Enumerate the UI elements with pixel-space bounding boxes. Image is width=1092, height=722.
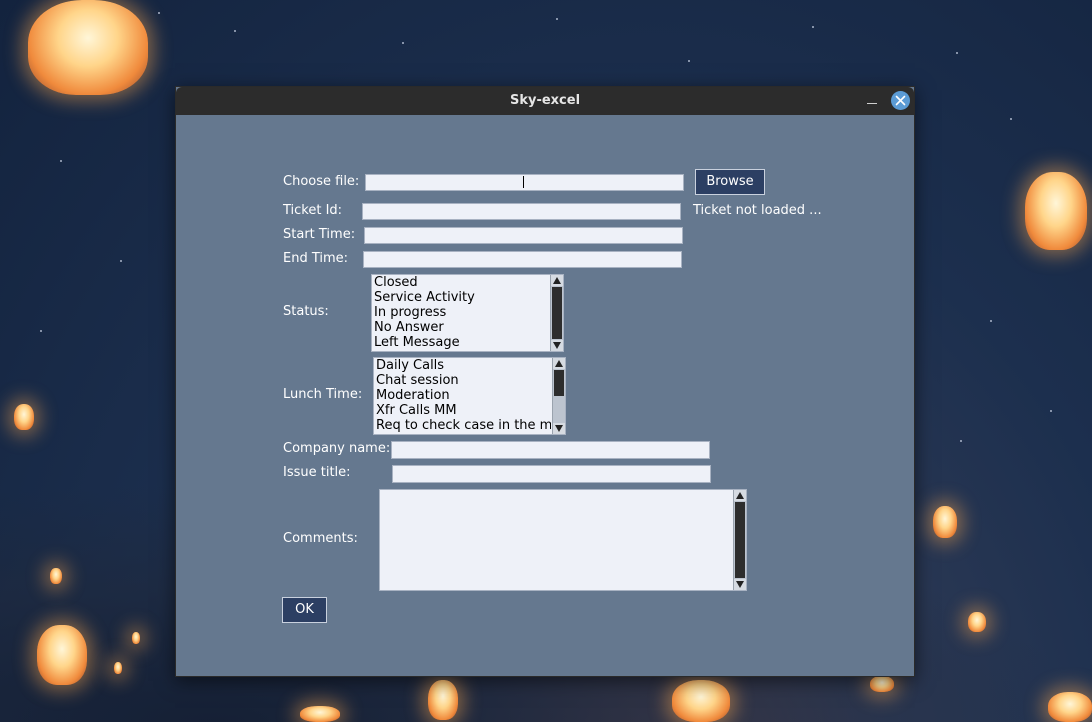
ticket-id-label: Ticket Id: bbox=[283, 203, 343, 218]
file-path-field[interactable] bbox=[365, 174, 684, 191]
choose-file-label: Choose file: bbox=[283, 174, 360, 189]
browse-button[interactable]: Browse bbox=[695, 169, 765, 195]
scroll-up-button[interactable] bbox=[551, 275, 563, 286]
wallpaper-lantern bbox=[37, 625, 87, 685]
arrow-down-icon bbox=[736, 581, 744, 588]
wallpaper-star bbox=[960, 440, 962, 442]
arrow-down-icon bbox=[553, 342, 561, 349]
arrow-down-icon bbox=[555, 425, 563, 432]
scroll-thumb[interactable] bbox=[552, 287, 562, 339]
wallpaper-lantern bbox=[28, 0, 148, 95]
close-button[interactable] bbox=[891, 91, 910, 110]
wallpaper-star bbox=[688, 60, 690, 62]
lunch-option-moderation[interactable]: Moderation bbox=[375, 388, 551, 403]
wallpaper-star bbox=[402, 42, 404, 44]
wallpaper-star bbox=[556, 18, 558, 20]
form-area: Choose file: Browse Ticket Id: Ticket no… bbox=[176, 115, 914, 676]
scroll-thumb[interactable] bbox=[735, 502, 745, 578]
arrow-up-icon bbox=[555, 360, 563, 367]
wallpaper-star bbox=[120, 260, 122, 262]
wallpaper-lantern bbox=[300, 706, 340, 722]
wallpaper-star bbox=[60, 160, 62, 162]
status-options: Closed Service Activity In progress No A… bbox=[373, 275, 549, 350]
lunch-option-xfr-calls[interactable]: Xfr Calls MM bbox=[375, 403, 551, 418]
close-icon bbox=[895, 95, 906, 106]
lunch-option-req-check-case[interactable]: Req to check case in the mor bbox=[375, 418, 551, 433]
wallpaper-lantern bbox=[968, 612, 986, 632]
wallpaper-lantern bbox=[870, 676, 894, 692]
ok-button[interactable]: OK bbox=[282, 597, 327, 623]
window-title: Sky-excel bbox=[509, 93, 581, 108]
lunch-option-daily-calls[interactable]: Daily Calls bbox=[375, 358, 551, 373]
app-window: Sky-excel Choose file: Browse Ticket Id:… bbox=[175, 86, 915, 677]
arrow-up-icon bbox=[553, 277, 561, 284]
scroll-up-button[interactable] bbox=[553, 358, 565, 369]
scroll-up-button[interactable] bbox=[734, 490, 746, 501]
wallpaper-star bbox=[234, 30, 236, 32]
status-scrollbar[interactable] bbox=[550, 275, 563, 351]
arrow-up-icon bbox=[736, 492, 744, 499]
wallpaper-star bbox=[158, 12, 160, 14]
wallpaper-lantern bbox=[114, 662, 122, 674]
ticket-id-field[interactable] bbox=[362, 203, 681, 220]
lunch-option-chat-session[interactable]: Chat session bbox=[375, 373, 551, 388]
wallpaper-star bbox=[812, 26, 814, 28]
ticket-status-text: Ticket not loaded ... bbox=[693, 203, 822, 218]
wallpaper-lantern bbox=[14, 404, 34, 430]
wallpaper-star bbox=[1010, 118, 1012, 120]
lunch-time-listbox[interactable]: Daily Calls Chat session Moderation Xfr … bbox=[373, 357, 566, 435]
wallpaper-star bbox=[990, 320, 992, 322]
issue-title-label: Issue title: bbox=[283, 465, 351, 480]
scroll-down-button[interactable] bbox=[734, 579, 746, 590]
scroll-down-button[interactable] bbox=[551, 340, 563, 351]
status-label: Status: bbox=[283, 304, 329, 319]
lunch-time-label: Lunch Time: bbox=[283, 387, 363, 402]
text-cursor bbox=[523, 176, 524, 188]
wallpaper-lantern bbox=[50, 568, 62, 584]
scroll-thumb[interactable] bbox=[554, 370, 564, 396]
status-option-service-activity[interactable]: Service Activity bbox=[373, 290, 549, 305]
wallpaper-lantern bbox=[933, 506, 957, 538]
comments-textarea[interactable] bbox=[379, 489, 747, 591]
status-listbox[interactable]: Closed Service Activity In progress No A… bbox=[371, 274, 564, 352]
lunch-time-scrollbar[interactable] bbox=[552, 358, 565, 434]
lunch-time-options: Daily Calls Chat session Moderation Xfr … bbox=[375, 358, 551, 433]
minimize-icon bbox=[867, 103, 877, 104]
comments-scrollbar[interactable] bbox=[733, 490, 746, 590]
end-time-field[interactable] bbox=[363, 251, 682, 268]
wallpaper-lantern bbox=[1025, 172, 1087, 250]
wallpaper-lantern bbox=[672, 680, 730, 722]
wallpaper-star bbox=[40, 330, 42, 332]
wallpaper-lantern bbox=[1048, 692, 1092, 722]
status-option-in-progress[interactable]: In progress bbox=[373, 305, 549, 320]
minimize-button[interactable] bbox=[863, 89, 881, 111]
status-option-left-message[interactable]: Left Message bbox=[373, 335, 549, 350]
end-time-label: End Time: bbox=[283, 251, 349, 266]
scroll-down-button[interactable] bbox=[553, 423, 565, 434]
issue-title-field[interactable] bbox=[392, 465, 711, 483]
wallpaper-lantern bbox=[428, 680, 458, 720]
start-time-label: Start Time: bbox=[283, 227, 356, 242]
company-name-field[interactable] bbox=[391, 441, 710, 459]
title-bar[interactable]: Sky-excel bbox=[176, 87, 914, 115]
wallpaper-star bbox=[1050, 410, 1052, 412]
comments-label: Comments: bbox=[283, 531, 358, 546]
start-time-field[interactable] bbox=[364, 227, 683, 244]
company-name-label: Company name: bbox=[283, 441, 391, 456]
wallpaper-star bbox=[956, 52, 958, 54]
status-option-closed[interactable]: Closed bbox=[373, 275, 549, 290]
status-option-no-answer[interactable]: No Answer bbox=[373, 320, 549, 335]
wallpaper-lantern bbox=[132, 632, 140, 644]
